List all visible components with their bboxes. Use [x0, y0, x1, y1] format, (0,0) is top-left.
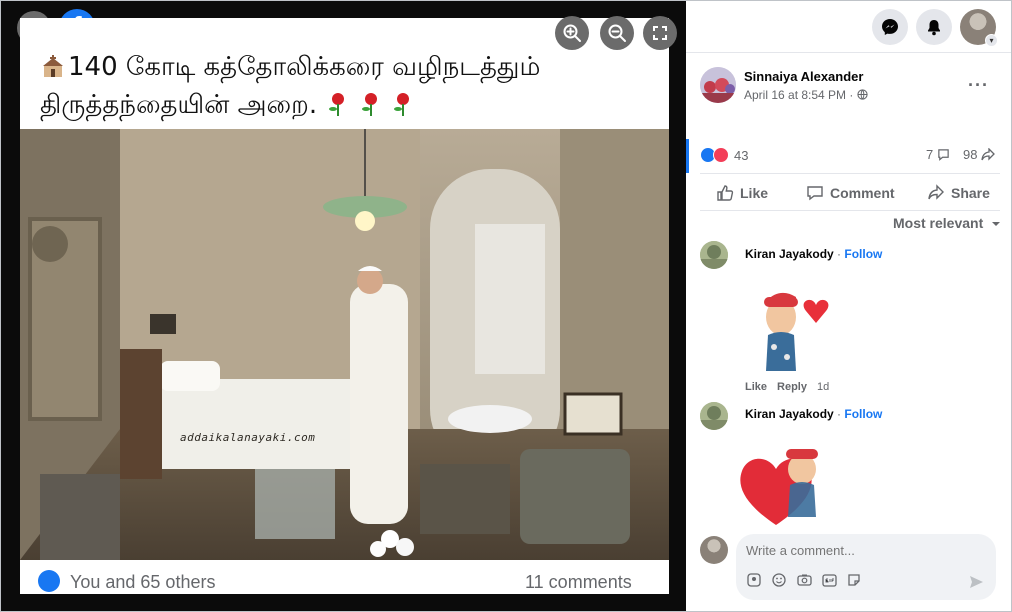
room-illustration	[20, 129, 669, 560]
more-options-button[interactable]: ···	[968, 75, 989, 96]
comment-sort-dropdown[interactable]: Most relevant	[893, 215, 1001, 231]
sticker-icon[interactable]	[846, 572, 862, 588]
post-action-bar: Like Comment Share	[700, 173, 1000, 211]
focus-indicator	[686, 139, 689, 173]
separator-dot: ·	[833, 247, 845, 261]
avatar-sticker-icon[interactable]	[746, 572, 762, 588]
commenter-name-row: Kiran Jayakody · Follow	[745, 407, 882, 421]
church-emoji-icon	[43, 55, 63, 77]
gif-icon[interactable]	[821, 572, 837, 588]
fullscreen-icon	[653, 26, 667, 40]
share-count-value: 98	[963, 147, 978, 162]
comment-input[interactable]	[746, 543, 946, 558]
composer-icon-row	[746, 572, 862, 588]
send-icon	[970, 576, 983, 588]
send-button[interactable]	[968, 574, 984, 595]
comment-count-value: 7	[926, 147, 934, 162]
footer-likes-text: You and 65 others	[70, 572, 216, 592]
caption-line-1: 140 கோடி கத்தோலிக்கரை வழிநடத்தும்	[68, 52, 541, 82]
avatar-big-heart-sticker	[740, 449, 818, 525]
rose-emoji-icon	[329, 93, 345, 116]
zoom-in-icon	[563, 24, 581, 42]
image-caption: 140 கோடி கத்தோலிக்கரை வழிநடத்தும் திருத்…	[40, 48, 640, 124]
post-date[interactable]: April 16 at 8:54 PM ·	[744, 88, 853, 102]
zoom-out-icon	[608, 24, 626, 42]
room-photo: addaikalanayaki.com	[20, 129, 669, 560]
share-icon	[928, 184, 944, 200]
zoom-out-button[interactable]	[600, 16, 634, 50]
commenter-name-row: Kiran Jayakody · Follow	[745, 247, 882, 261]
share-arrow-icon	[981, 147, 996, 161]
comment-actions: Like Reply 1d	[745, 381, 829, 393]
footer-comments-text: 11 comments	[525, 572, 632, 592]
follow-link[interactable]: Follow	[844, 407, 882, 421]
comment-composer	[736, 534, 996, 600]
post-timestamp[interactable]: April 16 at 8:54 PM ·	[744, 88, 868, 102]
commenter-name[interactable]: Kiran Jayakody	[745, 407, 834, 421]
rose-emoji-icon	[361, 93, 377, 116]
commenter-name[interactable]: Kiran Jayakody	[745, 247, 834, 261]
commenter-avatar[interactable]	[700, 402, 728, 430]
comment-count[interactable]: 7	[926, 147, 950, 162]
avatar-heart-sticker	[764, 292, 829, 371]
commenter-avatar[interactable]	[700, 241, 728, 269]
image-watermark: addaikalanayaki.com	[180, 431, 316, 444]
comment-icon	[807, 186, 823, 201]
comment-reply-link[interactable]: Reply	[777, 381, 807, 393]
emoji-icon[interactable]	[771, 572, 787, 588]
photo-viewer: f 140 கோடி கத்தோலிக்கரை வழிநடத்தும் திரு…	[1, 1, 686, 611]
my-avatar[interactable]	[700, 536, 728, 564]
comment-like-link[interactable]: Like	[745, 381, 767, 393]
like-reaction-icon	[38, 570, 60, 592]
comment-bubble-icon	[938, 149, 949, 161]
share-button[interactable]: Share	[927, 184, 990, 202]
fullscreen-button[interactable]	[643, 16, 677, 50]
globe-icon	[857, 89, 868, 100]
image-footer: You and 65 others 11 comments	[20, 560, 669, 594]
messenger-button[interactable]	[872, 9, 908, 45]
separator-dot: ·	[833, 407, 845, 421]
love-reaction-icon	[713, 147, 729, 163]
like-button[interactable]: Like	[716, 184, 768, 202]
like-button-label: Like	[740, 185, 769, 201]
post-side-panel: ▾ Sinnaiya Alexander April 16 at 8:54 PM…	[686, 1, 1011, 611]
top-bar: ▾	[686, 1, 1011, 53]
thumbs-up-icon	[717, 185, 734, 201]
comment-button[interactable]: Comment	[806, 184, 895, 202]
reaction-count: 43	[734, 147, 749, 163]
share-button-label: Share	[951, 185, 990, 201]
post-image: 140 கோடி கத்தோலிக்கரை வழிநடத்தும் திருத்…	[20, 18, 669, 594]
chevron-down-icon	[992, 222, 1001, 226]
messenger-icon	[882, 19, 898, 35]
author-avatar[interactable]	[700, 67, 736, 103]
notifications-icon	[928, 20, 940, 36]
notifications-button[interactable]	[916, 9, 952, 45]
camera-icon[interactable]	[796, 572, 812, 588]
comment-time[interactable]: 1d	[817, 381, 829, 393]
author-name[interactable]: Sinnaiya Alexander	[744, 69, 863, 84]
sort-label: Most relevant	[893, 215, 984, 231]
reactions-summary[interactable]: 43	[700, 146, 748, 164]
share-count[interactable]: 98	[963, 147, 996, 162]
caption-line-2: திருத்தந்தையின் அறை.	[40, 90, 318, 120]
follow-link[interactable]: Follow	[844, 247, 882, 261]
comment-button-label: Comment	[830, 185, 895, 201]
zoom-in-button[interactable]	[555, 16, 589, 50]
account-menu-chevron-icon[interactable]: ▾	[985, 34, 998, 47]
rose-emoji-icon	[393, 93, 409, 116]
